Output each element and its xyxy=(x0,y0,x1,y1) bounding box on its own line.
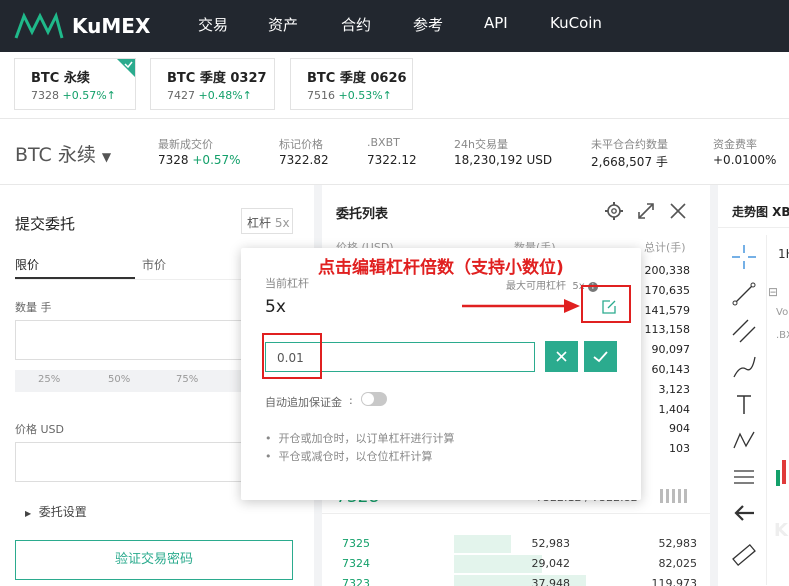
leverage-button[interactable]: 杠杆 5x xyxy=(241,208,293,234)
back-arrow-icon[interactable] xyxy=(730,499,758,527)
colon: : xyxy=(349,394,353,407)
brand-name: KuMEX xyxy=(72,14,151,38)
close-icon[interactable] xyxy=(668,201,688,221)
top-nav: KuMEX 交易 资产 合约 参考 API KuCoin xyxy=(0,0,789,52)
order-settings-toggle[interactable]: ▶ 委托设置 xyxy=(25,503,87,520)
ruler-icon[interactable] xyxy=(730,541,758,569)
annotation-box-input xyxy=(262,333,322,379)
parallel-lines-icon[interactable] xyxy=(730,317,758,345)
divider xyxy=(718,227,789,228)
logo-mark-icon xyxy=(14,11,64,39)
candles xyxy=(774,450,786,510)
contract-card-perpetual[interactable]: BTC 永续 7328 +0.57%↑ xyxy=(14,58,136,110)
header-total: 总计(手) xyxy=(644,241,686,254)
chart-panel: 走势图 XBT 1H ⊟ Volu .BXB KU xyxy=(710,185,789,586)
orderbook-title: 委托列表 xyxy=(336,207,389,222)
card-title: BTC 季度 0327 xyxy=(167,71,267,86)
nav-assets[interactable]: 资产 xyxy=(268,14,298,35)
depth-bars-icon xyxy=(660,489,687,503)
card-title: BTC 永续 xyxy=(31,71,90,86)
pattern-icon[interactable] xyxy=(730,426,758,454)
chart-watermark: KU xyxy=(774,520,789,541)
card-price-line: 7328 +0.57%↑ xyxy=(31,89,116,102)
crosshair-icon[interactable] xyxy=(730,243,758,271)
bid-depth-bar-1 xyxy=(454,535,511,553)
toolbar-divider xyxy=(766,235,767,585)
price-label: 价格 USD xyxy=(15,423,65,436)
auto-margin-toggle[interactable] xyxy=(361,392,387,406)
card-title: BTC 季度 0626 xyxy=(307,71,407,86)
tab-limit[interactable]: 限价 xyxy=(15,256,39,273)
panel-title: 提交委托 xyxy=(15,215,76,233)
leverage-notes: • 开仓或加仓时，以订单杠杆进行计算 • 平仓或减仓时，以仓位杠杆计算 xyxy=(265,432,455,463)
index-label: .BXB xyxy=(776,330,789,341)
ask-totals: 200,338 170,635 141,579 113,158 90,097 60,143… xyxy=(644,264,691,456)
tab-market[interactable]: 市价 xyxy=(142,256,166,273)
bid-row[interactable]: 7324 29,042 82,025 xyxy=(342,554,702,574)
nav-reference[interactable]: 参考 xyxy=(413,14,443,35)
current-leverage-value: 5x xyxy=(265,297,286,317)
nav-api[interactable]: API xyxy=(484,14,508,32)
brush-icon[interactable] xyxy=(730,353,758,381)
trend-line-icon[interactable] xyxy=(730,280,758,308)
divider xyxy=(322,513,710,514)
selected-check-icon xyxy=(117,59,135,77)
nav-contracts[interactable]: 合约 xyxy=(341,14,371,35)
caret-down-icon: ▼ xyxy=(101,150,112,164)
annotation-arrow-icon xyxy=(462,299,580,313)
bid-row[interactable]: 7323 37,948 119,973 xyxy=(342,574,702,586)
card-price-line: 7427 +0.48%↑ xyxy=(167,89,252,102)
caret-right-icon: ▶ xyxy=(25,509,32,518)
chart-collapse-icon[interactable]: ⊟ xyxy=(768,285,778,299)
text-icon[interactable] xyxy=(730,390,758,418)
current-leverage-label: 当前杠杆 xyxy=(265,277,309,290)
fib-icon[interactable] xyxy=(730,463,758,491)
volume-label: Volu xyxy=(776,307,789,318)
verify-password-button[interactable]: 验证交易密码 xyxy=(15,540,293,580)
symbol-selector[interactable]: BTC 永续 ▼ xyxy=(15,140,111,167)
card-price-line: 7516 +0.53%↑ xyxy=(307,89,392,102)
x-icon xyxy=(556,351,567,362)
expand-icon[interactable] xyxy=(636,201,656,221)
pct-75-button[interactable]: 75% xyxy=(176,374,198,385)
cancel-button[interactable] xyxy=(545,341,578,372)
nav-kucoin[interactable]: KuCoin xyxy=(550,14,602,32)
bid-rows: 7325 52,983 52,983 7324 29,042 82,025 73… xyxy=(322,534,710,586)
confirm-button[interactable] xyxy=(584,341,617,372)
check-icon xyxy=(593,351,608,363)
contract-card-0626[interactable]: BTC 季度 0626 7516 +0.53%↑ xyxy=(290,58,413,110)
contract-card-0327[interactable]: BTC 季度 0327 7427 +0.48%↑ xyxy=(150,58,275,110)
pct-25-button[interactable]: 25% xyxy=(38,374,60,385)
tab-1h[interactable]: 1H xyxy=(778,247,789,261)
chart-title: 走势图 XBT xyxy=(732,205,789,219)
pct-50-button[interactable]: 50% xyxy=(108,374,130,385)
bid-row[interactable]: 7325 52,983 52,983 xyxy=(342,534,702,554)
auto-margin-label: 自动追加保证金 xyxy=(265,396,342,409)
annotation-box-edit xyxy=(581,285,631,323)
quantity-label: 数量 手 xyxy=(15,301,52,314)
kumex-logo[interactable]: KuMEX xyxy=(14,10,164,42)
gear-icon[interactable] xyxy=(604,201,624,221)
annotation-text: 点击编辑杠杆倍数（支持小数位) xyxy=(318,258,564,278)
divider xyxy=(0,118,789,119)
nav-trade[interactable]: 交易 xyxy=(198,14,228,35)
